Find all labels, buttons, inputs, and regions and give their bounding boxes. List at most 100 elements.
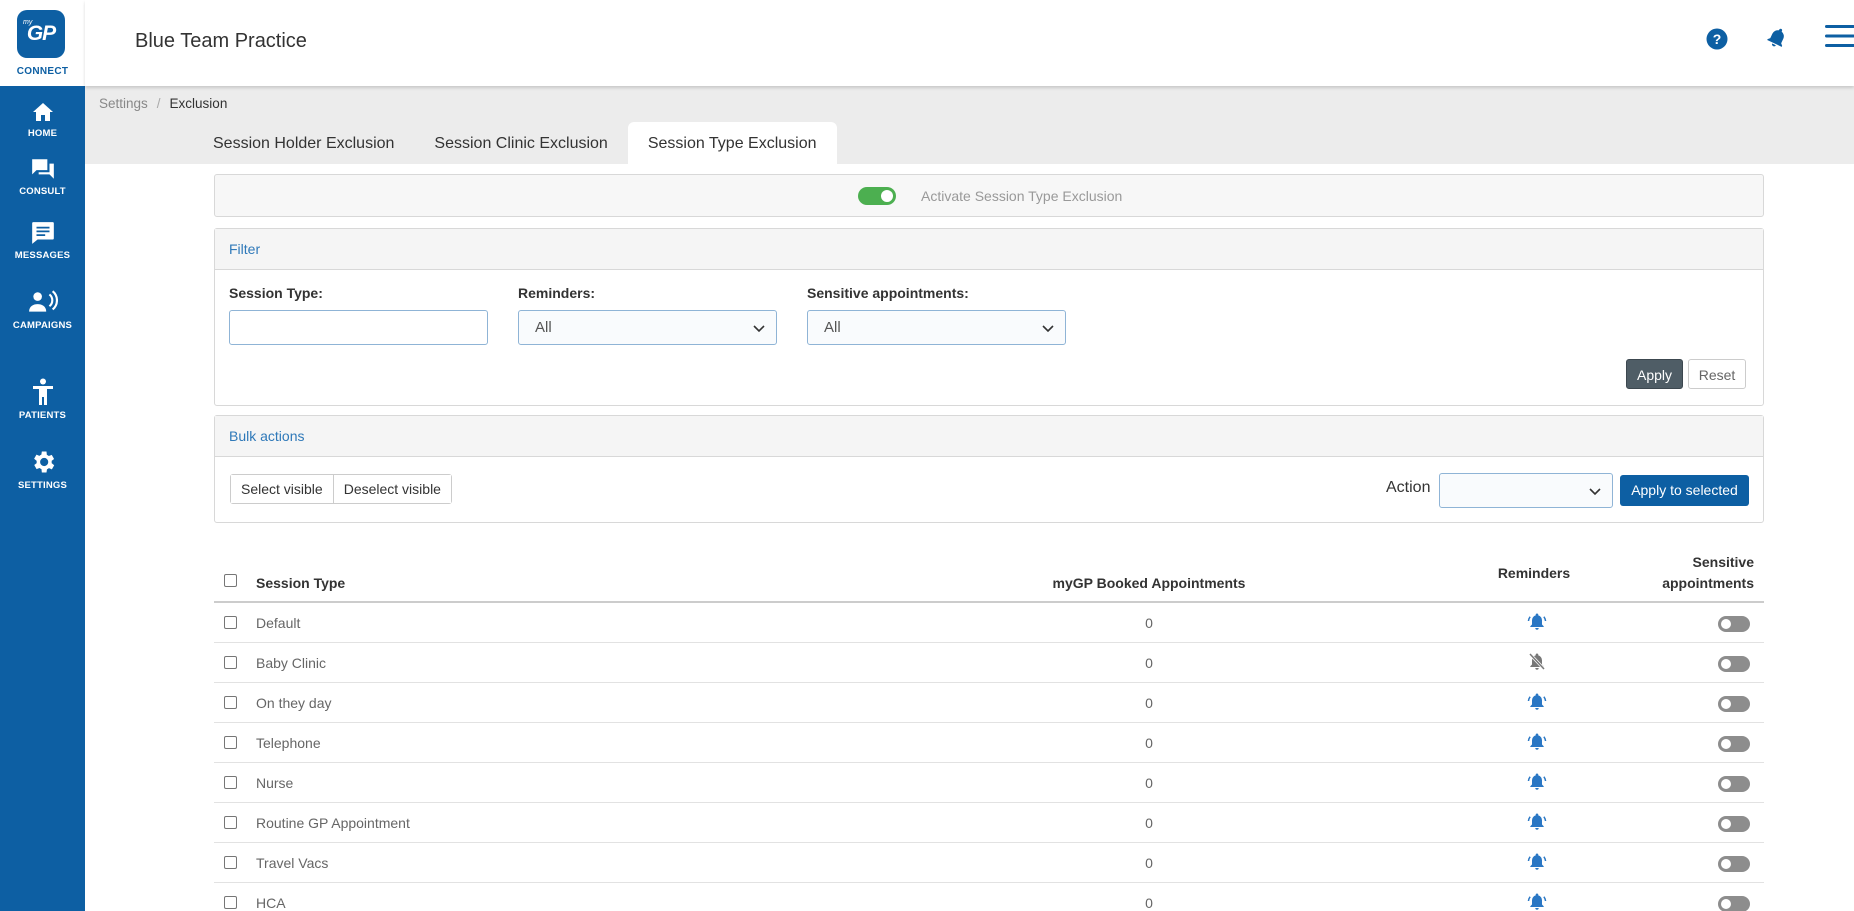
reset-filter-button[interactable]: Reset xyxy=(1688,359,1746,389)
breadcrumb: Settings / Exclusion xyxy=(99,96,227,111)
table-row: Routine GP Appointment 0 xyxy=(214,803,1764,843)
row-checkbox[interactable] xyxy=(224,736,237,749)
sensitive-toggle[interactable] xyxy=(1718,736,1750,752)
filter-panel: Filter Session Type: Reminders: All Sens… xyxy=(214,228,1764,406)
reminders-select[interactable]: All xyxy=(518,310,777,345)
sensitive-toggle[interactable] xyxy=(1718,816,1750,832)
sidebar: my GP CONNECT HOME CONSULT MESSAGES CAMP… xyxy=(0,0,85,911)
logo-mark: my GP xyxy=(17,10,65,58)
hamburger-menu-icon[interactable] xyxy=(1825,24,1854,48)
bell-ringing-icon[interactable] xyxy=(1527,612,1547,632)
tab-session-type-exclusion[interactable]: Session Type Exclusion xyxy=(627,122,837,164)
bulk-actions-heading[interactable]: Bulk actions xyxy=(215,416,1763,457)
table-row: Telephone 0 xyxy=(214,723,1764,763)
booked-count: 0 xyxy=(1145,695,1153,711)
header-booked-appointments[interactable]: myGP Booked Appointments xyxy=(1049,575,1249,591)
sidebar-item-label: HOME xyxy=(27,128,58,139)
sidebar-item-label: MESSAGES xyxy=(14,250,71,261)
row-checkbox[interactable] xyxy=(224,616,237,629)
table-row: HCA 0 xyxy=(214,883,1764,911)
action-label: Action xyxy=(1386,479,1431,496)
table-header: Session Type myGP Booked Appointments Re… xyxy=(214,546,1764,603)
breadcrumb-current: Exclusion xyxy=(169,96,228,111)
booked-count: 0 xyxy=(1145,855,1153,871)
filter-heading[interactable]: Filter xyxy=(215,229,1763,270)
sidebar-item-campaigns[interactable]: CAMPAIGNS xyxy=(0,290,85,352)
logo-caption: CONNECT xyxy=(16,66,69,77)
sensitive-label: Sensitive appointments: xyxy=(807,285,969,301)
activate-panel: Activate Session Type Exclusion xyxy=(214,174,1764,217)
header-reminders[interactable]: Reminders xyxy=(1484,565,1584,581)
session-type-name: Baby Clinic xyxy=(256,655,327,671)
reminders-select-value: All xyxy=(535,319,552,336)
booked-count: 0 xyxy=(1145,775,1153,791)
header-session-type[interactable]: Session Type xyxy=(256,575,345,591)
sidebar-item-patients[interactable]: PATIENTS xyxy=(0,378,85,440)
selection-button-group: Select visible Deselect visible xyxy=(230,474,452,504)
row-checkbox[interactable] xyxy=(224,696,237,709)
sensitive-toggle[interactable] xyxy=(1718,776,1750,792)
session-type-label: Session Type: xyxy=(229,285,323,301)
tab-session-holder-exclusion[interactable]: Session Holder Exclusion xyxy=(193,122,414,164)
sidebar-item-label: PATIENTS xyxy=(18,410,67,421)
bell-off-icon[interactable] xyxy=(1527,652,1547,672)
sensitive-select[interactable]: All xyxy=(807,310,1066,345)
practice-title: Blue Team Practice xyxy=(135,30,307,52)
deselect-visible-button[interactable]: Deselect visible xyxy=(332,475,451,503)
bell-icon[interactable] xyxy=(1765,26,1789,50)
booked-count: 0 xyxy=(1145,815,1153,831)
home-icon xyxy=(32,103,53,121)
chevron-down-icon xyxy=(1589,488,1601,496)
table-row: Default 0 xyxy=(214,603,1764,643)
booked-count: 0 xyxy=(1145,655,1153,671)
session-type-name: Telephone xyxy=(256,735,321,751)
bell-ringing-icon[interactable] xyxy=(1527,772,1547,792)
bell-ringing-icon[interactable] xyxy=(1527,812,1547,832)
sidebar-item-settings[interactable]: SETTINGS xyxy=(0,448,85,510)
sidebar-item-home[interactable]: HOME xyxy=(0,100,85,162)
session-type-name: Travel Vacs xyxy=(256,855,329,871)
logo-main-text: GP xyxy=(26,22,56,45)
chevron-down-icon xyxy=(753,325,765,333)
apply-to-selected-button[interactable]: Apply to selected xyxy=(1620,475,1749,506)
sensitive-toggle[interactable] xyxy=(1718,656,1750,672)
breadcrumb-settings[interactable]: Settings xyxy=(99,96,148,111)
sidebar-item-consult[interactable]: CONSULT xyxy=(0,156,85,218)
sensitive-toggle[interactable] xyxy=(1718,856,1750,872)
tab-session-clinic-exclusion[interactable]: Session Clinic Exclusion xyxy=(414,122,627,164)
row-checkbox[interactable] xyxy=(224,816,237,829)
action-select[interactable] xyxy=(1439,473,1613,508)
message-icon xyxy=(31,222,54,244)
table-row: Travel Vacs 0 xyxy=(214,843,1764,883)
sensitive-toggle[interactable] xyxy=(1718,616,1750,632)
sidebar-item-label: SETTINGS xyxy=(17,480,68,491)
session-type-name: Nurse xyxy=(256,775,294,791)
bell-ringing-icon[interactable] xyxy=(1527,852,1547,872)
select-all-checkbox[interactable] xyxy=(224,574,237,587)
sidebar-item-messages[interactable]: MESSAGES xyxy=(0,220,85,282)
row-checkbox[interactable] xyxy=(224,896,237,909)
bell-ringing-icon[interactable] xyxy=(1527,892,1547,911)
header-sensitive-line1[interactable]: Sensitive xyxy=(1634,554,1754,570)
sensitive-toggle[interactable] xyxy=(1718,696,1750,712)
row-checkbox[interactable] xyxy=(224,656,237,669)
top-header: Blue Team Practice ? xyxy=(85,0,1854,86)
table-row: Baby Clinic 0 xyxy=(214,643,1764,683)
booked-count: 0 xyxy=(1145,735,1153,751)
sidebar-item-label: CONSULT xyxy=(19,186,66,197)
apply-filter-button[interactable]: Apply xyxy=(1626,359,1683,389)
session-type-name: Routine GP Appointment xyxy=(256,815,410,831)
sensitive-toggle[interactable] xyxy=(1718,896,1750,911)
row-checkbox[interactable] xyxy=(224,856,237,869)
bell-ringing-icon[interactable] xyxy=(1527,732,1547,752)
select-visible-button[interactable]: Select visible xyxy=(231,475,333,503)
row-checkbox[interactable] xyxy=(224,776,237,789)
help-icon[interactable]: ? xyxy=(1706,28,1728,50)
sidebar-item-label: CAMPAIGNS xyxy=(12,320,73,331)
bell-ringing-icon[interactable] xyxy=(1527,692,1547,712)
header-sensitive-line2[interactable]: appointments xyxy=(1634,575,1754,591)
activate-toggle[interactable] xyxy=(858,187,896,205)
logo[interactable]: my GP CONNECT xyxy=(0,0,85,86)
session-type-input[interactable] xyxy=(229,310,488,345)
booked-count: 0 xyxy=(1145,895,1153,911)
